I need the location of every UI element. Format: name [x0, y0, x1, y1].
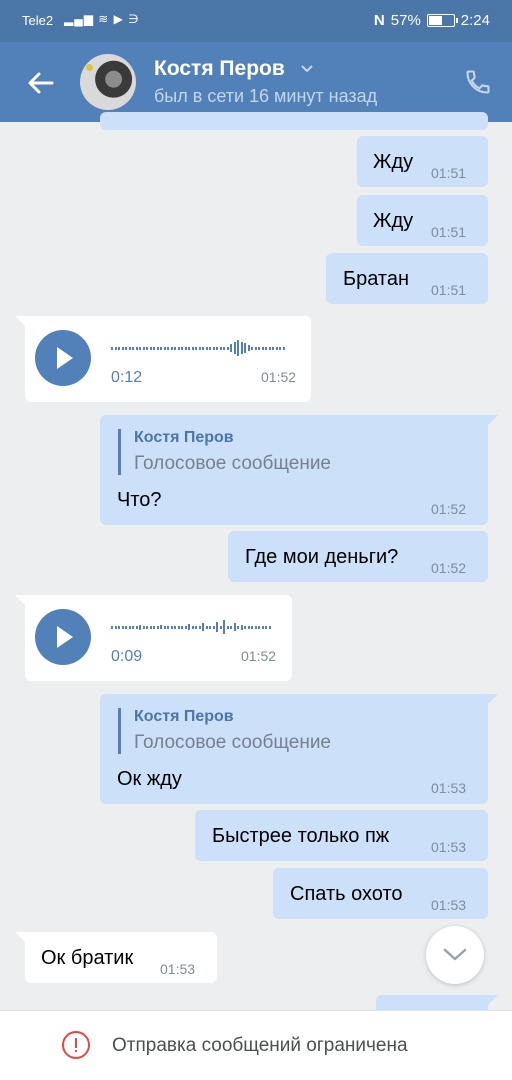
reply-message[interactable]: Костя Перов Голосовое сообщение Что? 01:…: [100, 415, 498, 525]
message-bubble[interactable]: Братан 01:51: [326, 253, 488, 304]
message-time: 01:53: [160, 961, 196, 977]
chevron-down-icon[interactable]: [300, 64, 314, 74]
message-time: 01:51: [431, 165, 467, 181]
message-text: Ок братик: [41, 947, 134, 969]
back-arrow-icon[interactable]: [26, 68, 56, 98]
carrier-name: Tele2: [22, 13, 54, 28]
message-text: Братан: [343, 268, 410, 290]
message-bubble-partial: [100, 112, 488, 130]
message-text: Жду: [373, 151, 414, 173]
contact-name[interactable]: Костя Перов: [154, 57, 285, 81]
messaging-restricted-bar: Отправка сообщений ограничена: [0, 1010, 512, 1080]
warning-icon: [62, 1031, 90, 1059]
last-seen-status: был в сети 16 минут назад: [154, 86, 378, 106]
reply-type[interactable]: Голосовое сообщение: [134, 453, 331, 475]
message-time: 01:53: [431, 780, 467, 796]
nfc-icon: N: [373, 12, 385, 29]
restriction-notice: Отправка сообщений ограничена: [112, 1035, 408, 1056]
reply-type[interactable]: Голосовое сообщение: [134, 732, 331, 754]
scroll-down-icon: [443, 948, 467, 961]
message-time: 01:52: [431, 560, 467, 576]
reply-message[interactable]: Костя Перов Голосовое сообщение Ок жду 0…: [100, 694, 498, 804]
message-time: 01:53: [431, 839, 467, 855]
voice-message[interactable]: 0:09 01:52: [15, 595, 292, 681]
battery-icon: [426, 14, 458, 27]
voice-duration: 0:09: [111, 648, 143, 665]
message-text: Где мои деньги?: [245, 546, 399, 568]
message-bubble[interactable]: Жду 01:51: [357, 195, 488, 246]
message-text: Ок жду: [117, 768, 182, 790]
reply-author[interactable]: Костя Перов: [134, 429, 234, 447]
reply-author[interactable]: Костя Перов: [134, 708, 234, 726]
message-bubble[interactable]: Ок братик 01:53: [15, 932, 217, 983]
clock: 2:24: [460, 12, 490, 29]
avatar[interactable]: [80, 54, 136, 110]
message-bubble[interactable]: Быстрее только пж 01:53: [195, 810, 488, 861]
message-time: 01:52: [261, 369, 297, 385]
scroll-down-button[interactable]: [426, 926, 484, 984]
voice-duration: 0:12: [111, 369, 143, 386]
waveform[interactable]: [111, 337, 285, 359]
signal-icon: ▂▄▆ ≋ ▶ ∋: [64, 12, 140, 26]
reply-quote-bar: [118, 429, 121, 475]
message-time: 01:51: [431, 224, 467, 240]
message-bubble[interactable]: Где мои деньги? 01:52: [228, 531, 488, 582]
message-bubble[interactable]: Спать охото 01:53: [273, 868, 488, 919]
message-text: Жду: [373, 210, 414, 232]
play-icon[interactable]: [35, 609, 91, 665]
message-time: 01:53: [431, 897, 467, 913]
message-time: 01:52: [431, 501, 467, 517]
chat-header: Костя Перов был в сети 16 минут назад: [0, 42, 512, 122]
reply-quote-bar: [118, 708, 121, 754]
message-text: Спать охото: [290, 883, 403, 905]
battery-percent: 57%: [390, 12, 421, 29]
message-text: Быстрее только пж: [212, 825, 390, 847]
status-bar: Tele2 ▂▄▆ ≋ ▶ ∋ N 57% 2:24: [0, 0, 512, 42]
message-bubble[interactable]: Жду 01:51: [357, 136, 488, 187]
waveform[interactable]: [111, 616, 271, 638]
voice-message[interactable]: 0:12 01:52: [15, 316, 311, 402]
play-icon[interactable]: [35, 330, 91, 386]
message-time: 01:51: [431, 282, 467, 298]
phone-icon[interactable]: [464, 68, 492, 96]
message-text: Что?: [117, 489, 162, 511]
message-time: 01:52: [241, 648, 277, 664]
